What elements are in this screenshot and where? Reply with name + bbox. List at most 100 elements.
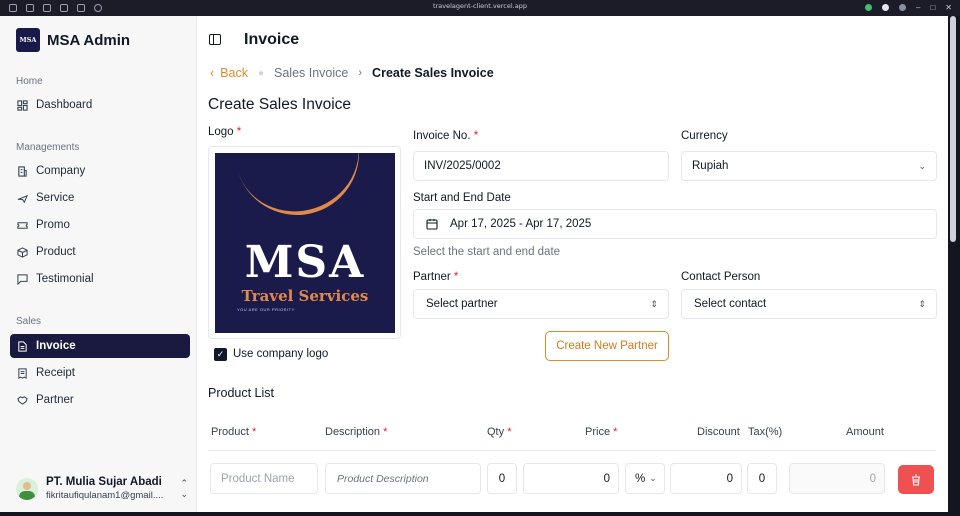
table-header-divider [208,450,936,451]
section-label-home: Home [16,76,43,87]
chevron-up-down-icon: ⇕ [650,298,658,309]
invoice-no-value: INV/2025/0002 [424,160,501,172]
delete-row-button[interactable] [898,465,934,494]
brand-title: MSA Admin [47,31,131,49]
sidebar-item-service[interactable]: Service [10,186,190,210]
close-icon[interactable]: ✕ [945,3,952,12]
maximize-icon[interactable]: □ [930,3,935,12]
invoice-no-input[interactable]: INV/2025/0002 [413,151,669,181]
column-header-qty: Qty * [487,426,512,438]
section-label-sales: Sales [16,316,42,327]
extension-icon-3[interactable] [899,4,906,11]
sidebar-item-label: Product [36,246,76,258]
user-menu[interactable]: PT. Mulia Sujar Abadi fikritaufiqulanam1… [16,474,188,504]
window-bottom-edge [0,512,960,516]
sidebar-item-label: Promo [36,219,70,231]
date-range-picker[interactable]: Apr 17, 2025 - Apr 17, 2025 [413,209,937,239]
price-input[interactable]: 0 [523,463,619,494]
sidebar-item-label: Partner [36,394,74,406]
discount-input[interactable]: 0 [670,463,742,494]
page-title: Invoice [244,31,300,48]
sidebar-item-dashboard[interactable]: Dashboard [10,93,190,117]
company-logo-image: MSA Travel Services YOU ARE OUR PRIORITY [215,153,395,333]
sidebar-item-partner[interactable]: Partner [10,388,190,412]
brand[interactable]: MSA MSA Admin [16,28,130,52]
main-content: Invoice ‹ Back ● Sales Invoice › Create S… [197,16,948,512]
amount-field: 0 [789,463,885,494]
discount-type-select[interactable]: % ⌄ [625,463,665,494]
product-list-title: Product List [208,386,275,400]
currency-value: Rupiah [692,160,729,172]
breadcrumb-current: Create Sales Invoice [372,66,494,80]
chevron-right-icon: › [358,67,363,79]
column-header-discount: Discount [697,426,740,438]
dot-separator-icon: ● [257,67,265,79]
product-description-input[interactable]: Product Description [325,463,481,494]
logo-label: Logo * [208,126,242,138]
receipt-icon [18,367,27,379]
sidebar-toggle-button[interactable] [209,34,221,45]
logo-sub-text: Travel Services [241,287,369,305]
date-helper-text: Select the start and end date [413,246,561,258]
sidebar: MSA MSA Admin Home Dashboard Managements… [0,16,197,512]
address-bar[interactable]: travelagent-client.vercel.app [0,2,960,10]
column-header-description: Description * [325,426,388,438]
breadcrumb: ‹ Back ● Sales Invoice › Create Sales Inv… [210,66,494,80]
dashboard-icon [17,99,28,111]
sidebar-item-label: Testimonial [36,273,94,285]
extension-icon[interactable] [865,4,872,11]
currency-select[interactable]: Rupiah ⌄ [681,151,937,181]
product-name-input[interactable]: Product Name [210,463,318,494]
sidebar-item-product[interactable]: Product [10,240,190,264]
sidebar-item-receipt[interactable]: Receipt [10,361,190,385]
scrollbar-thumb[interactable] [950,16,956,242]
contact-person-label: Contact Person [681,271,761,283]
chevron-up-down-icon: ⇕ [918,298,926,309]
plane-icon [17,194,28,203]
tax-input[interactable]: 0 [747,463,777,494]
qty-input[interactable]: 0 [487,463,517,494]
date-label: Start and End Date [413,192,511,204]
section-label-managements: Managements [16,142,80,153]
breadcrumb-parent[interactable]: Sales Invoice [274,66,348,80]
box-icon [17,246,28,258]
sidebar-item-label: Invoice [36,340,76,352]
partner-select[interactable]: Select partner ⇕ [413,289,669,319]
chevron-left-icon: ‹ [210,66,215,80]
file-icon [18,340,27,352]
chevron-up-down-icon: ⌃ ⌄ [180,478,188,499]
use-company-logo-checkbox[interactable]: ✓ [214,348,227,361]
discount-type-value: % [635,472,646,485]
back-link[interactable]: ‹ Back [210,66,248,80]
sidebar-item-label: Receipt [36,367,75,379]
column-header-tax: Tax(%) [748,426,783,438]
invoice-no-label: Invoice No. * [413,130,479,142]
date-range-value: Apr 17, 2025 - Apr 17, 2025 [450,218,592,230]
partner-value: Select partner [426,298,498,310]
app-window: MSA MSA Admin Home Dashboard Managements… [0,16,948,512]
chevron-down-icon: ⌄ [649,473,657,483]
create-new-partner-button[interactable]: Create New Partner [545,331,669,361]
column-header-amount: Amount [846,426,884,438]
minimize-icon[interactable]: – [916,3,920,12]
contact-person-select[interactable]: Select contact ⇕ [681,289,937,319]
sidebar-item-promo[interactable]: Promo [10,213,190,237]
message-icon [17,273,28,285]
column-header-price: Price * [585,426,618,438]
trash-icon [912,473,920,486]
use-company-logo-label: Use company logo [233,348,329,360]
extension-icon-2[interactable] [882,4,889,11]
form-title: Create Sales Invoice [208,96,352,113]
sidebar-item-invoice[interactable]: Invoice [10,334,190,358]
user-name: PT. Mulia Sujar Abadi [46,476,162,488]
logo-tagline: YOU ARE OUR PRIORITY [237,307,295,312]
sidebar-item-label: Dashboard [36,99,93,111]
logo-upload[interactable]: MSA Travel Services YOU ARE OUR PRIORITY [208,146,401,339]
brand-logo: MSA [16,28,40,52]
sidebar-item-label: Company [36,165,86,177]
sidebar-item-company[interactable]: Company [10,159,190,183]
user-email: fikritaufiqulanam1@gmail.... [46,490,164,501]
sidebar-item-testimonial[interactable]: Testimonial [10,267,190,291]
avatar [16,478,38,500]
partner-label: Partner * [413,271,459,283]
